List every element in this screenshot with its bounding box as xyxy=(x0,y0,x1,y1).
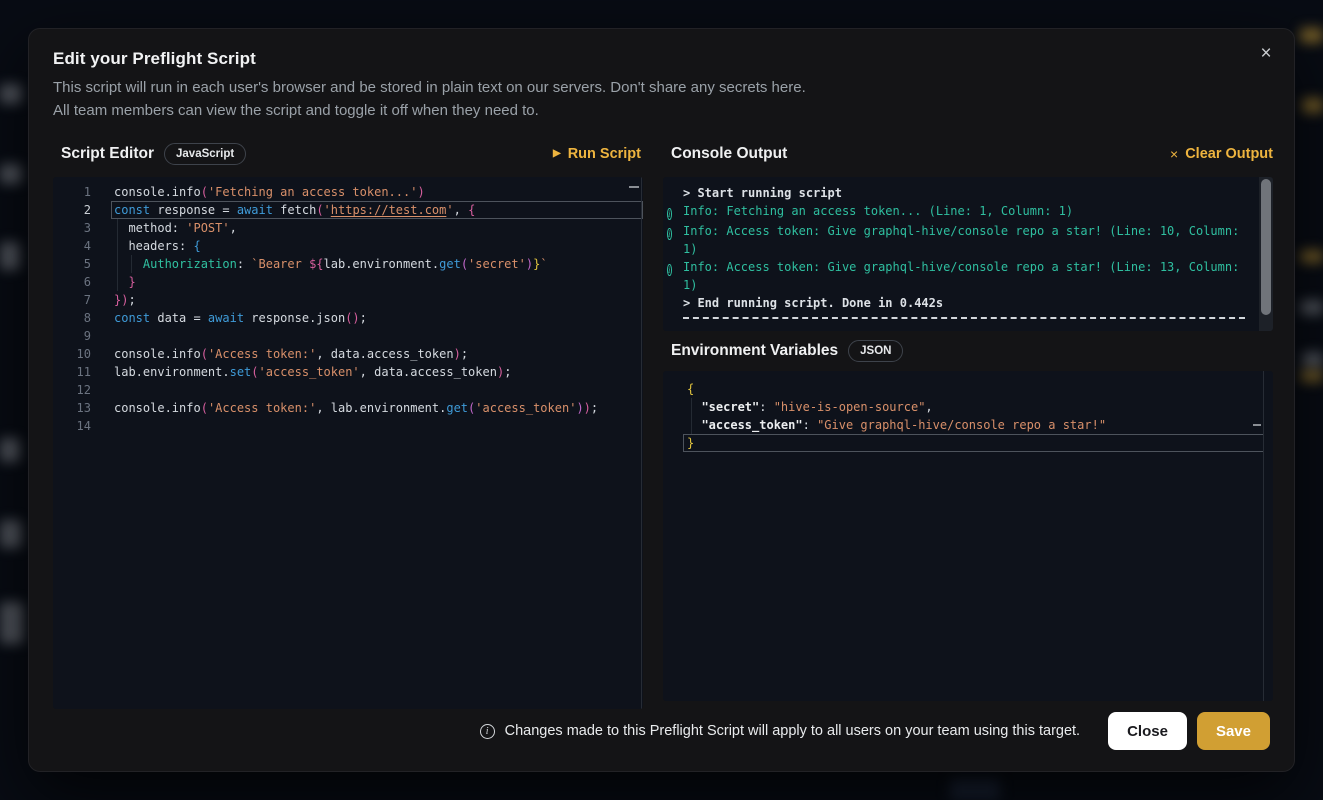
footer-note: Changes made to this Preflight Script wi… xyxy=(505,723,1080,739)
line-number: 5 xyxy=(53,255,91,273)
script-editor-lines: 1console.info('Fetching an access token.… xyxy=(53,177,643,709)
code-line[interactable]: } xyxy=(663,434,1273,452)
overflow-dash xyxy=(1253,424,1261,426)
code-line[interactable]: 1console.info('Fetching an access token.… xyxy=(53,183,643,201)
editor-scrollbar[interactable] xyxy=(641,177,642,709)
code-line[interactable]: "secret": "hive-is-open-source", xyxy=(663,398,1273,416)
clear-output-label: Clear Output xyxy=(1185,146,1273,162)
line-number: 14 xyxy=(53,417,91,435)
line-number: 3 xyxy=(53,219,91,237)
dialog-description: This script will run in each user's brow… xyxy=(53,77,806,122)
console-line: > Start running script xyxy=(667,184,1255,202)
save-button[interactable]: Save xyxy=(1197,712,1270,750)
editor-scrollbar[interactable] xyxy=(1263,371,1264,701)
code-line[interactable]: 4 headers: { xyxy=(53,237,643,255)
console-scrollbar-track[interactable] xyxy=(1259,177,1273,331)
code-line[interactable]: 8const data = await response.json(); xyxy=(53,309,643,327)
code-line[interactable]: 12 xyxy=(53,381,643,399)
close-button[interactable]: Close xyxy=(1108,712,1187,750)
overflow-dash xyxy=(629,186,639,188)
line-number: 12 xyxy=(53,381,91,399)
description-line-2: All team members can view the script and… xyxy=(53,100,806,123)
script-editor-heading: Script Editor xyxy=(61,145,154,163)
code-line[interactable]: 3 method: 'POST', xyxy=(53,219,643,237)
console-line: iInfo: Access token: Give graphql-hive/c… xyxy=(667,222,1255,258)
console-output-heading: Console Output xyxy=(671,145,787,163)
code-line[interactable]: 11lab.environment.set('access_token', da… xyxy=(53,363,643,381)
indent-guide xyxy=(117,219,118,291)
code-line[interactable]: 7}); xyxy=(53,291,643,309)
console-scrollbar-thumb[interactable] xyxy=(1261,179,1271,315)
line-number: 7 xyxy=(53,291,91,309)
info-icon: i xyxy=(480,724,495,739)
clear-output-button[interactable]: × Clear Output xyxy=(1170,146,1273,162)
run-script-label: Run Script xyxy=(568,146,641,162)
console-line: iInfo: Access token: Give graphql-hive/c… xyxy=(667,258,1255,294)
active-line-highlight xyxy=(683,434,1264,452)
code-line[interactable]: 13console.info('Access token:', lab.envi… xyxy=(53,399,643,417)
console-separator xyxy=(683,317,1245,319)
code-line[interactable]: "access_token": "Give graphql-hive/conso… xyxy=(663,416,1273,434)
close-icon[interactable]: × xyxy=(1254,43,1278,67)
code-line[interactable]: 14 xyxy=(53,417,643,435)
line-number: 1 xyxy=(53,183,91,201)
javascript-badge: JavaScript xyxy=(164,143,246,165)
code-line[interactable]: 10console.info('Access token:', data.acc… xyxy=(53,345,643,363)
clear-icon: × xyxy=(1170,147,1178,161)
console-output-lines: > Start running scriptiInfo: Fetching an… xyxy=(663,177,1273,331)
console-output[interactable]: > Start running scriptiInfo: Fetching an… xyxy=(663,177,1273,331)
code-line[interactable]: 9 xyxy=(53,327,643,345)
code-line[interactable]: 6 } xyxy=(53,273,643,291)
code-line[interactable]: { xyxy=(663,380,1273,398)
line-number: 11 xyxy=(53,363,91,381)
indent-guide xyxy=(131,255,132,273)
dialog-footer: i Changes made to this Preflight Script … xyxy=(480,712,1270,750)
line-number: 2 xyxy=(53,201,91,219)
line-number: 4 xyxy=(53,237,91,255)
line-number: 8 xyxy=(53,309,91,327)
environment-variables-lines: { "secret": "hive-is-open-source", "acce… xyxy=(663,371,1273,701)
code-line[interactable]: 2const response = await fetch('https://t… xyxy=(53,201,643,219)
line-number: 10 xyxy=(53,345,91,363)
indent-guide xyxy=(691,398,692,434)
json-badge: JSON xyxy=(848,340,903,362)
line-number: 6 xyxy=(53,273,91,291)
info-icon: i xyxy=(667,208,672,220)
code-line[interactable]: 5 Authorization: `Bearer ${lab.environme… xyxy=(53,255,643,273)
script-editor[interactable]: 1console.info('Fetching an access token.… xyxy=(53,177,643,709)
info-icon: i xyxy=(667,228,672,240)
preflight-script-dialog: × Edit your Preflight Script This script… xyxy=(28,28,1295,772)
play-icon: ▶ xyxy=(553,149,561,159)
environment-variables-editor[interactable]: { "secret": "hive-is-open-source", "acce… xyxy=(663,371,1273,701)
run-script-button[interactable]: ▶ Run Script xyxy=(553,146,643,162)
line-number: 13 xyxy=(53,399,91,417)
line-number: 9 xyxy=(53,327,91,345)
page-title: Edit your Preflight Script xyxy=(53,49,256,69)
description-line-1: This script will run in each user's brow… xyxy=(53,77,806,100)
info-icon: i xyxy=(667,264,672,276)
console-line: > End running script. Done in 0.442s xyxy=(667,294,1255,312)
console-line: iInfo: Fetching an access token... (Line… xyxy=(667,202,1255,222)
environment-variables-heading: Environment Variables xyxy=(671,342,838,360)
